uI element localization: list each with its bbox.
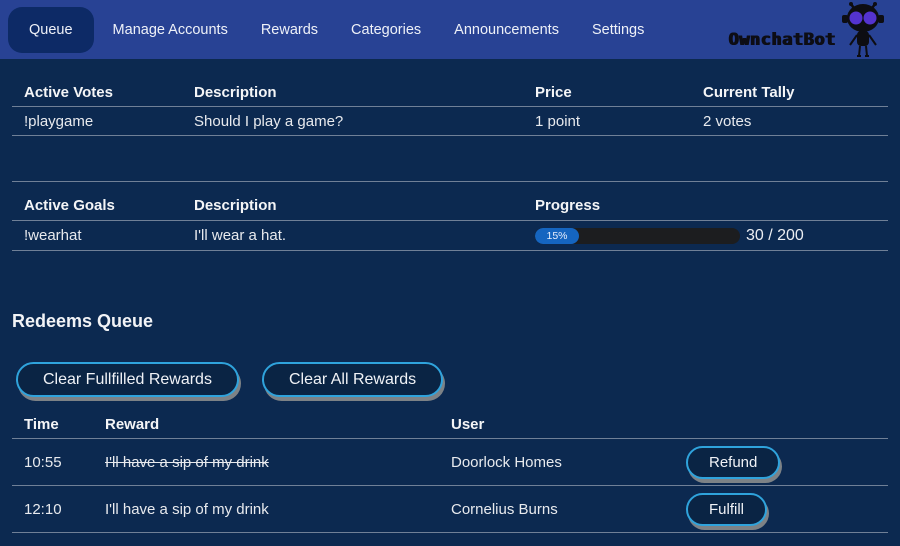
column-header-user: User	[439, 410, 674, 439]
column-header-progress: Progress	[523, 191, 888, 220]
active-votes-table: Active Votes Description Price Current T…	[12, 79, 888, 136]
tab-settings[interactable]: Settings	[592, 22, 644, 38]
redeem-user: Doorlock Homes	[439, 448, 674, 477]
redeem-action-cell: Refund	[674, 440, 888, 485]
progress-bar-fill: 15%	[535, 228, 579, 244]
goal-command: !wearhat	[12, 221, 182, 250]
table-row: 10:55 I'll have a sip of my drink Doorlo…	[12, 439, 888, 486]
column-header-current-tally: Current Tally	[691, 78, 888, 107]
column-header-active-goals: Active Goals	[12, 191, 182, 220]
column-header-active-votes: Active Votes	[12, 78, 182, 107]
clear-all-rewards-button[interactable]: Clear All Rewards	[262, 362, 443, 397]
redeem-action-cell: Fulfill	[674, 487, 888, 532]
active-goals-table: Active Goals Description Progress !wearh…	[12, 181, 888, 251]
progress-bar: 15%	[535, 228, 740, 244]
refund-button[interactable]: Refund	[686, 446, 780, 479]
tab-rewards[interactable]: Rewards	[261, 22, 318, 38]
goal-description: I'll wear a hat.	[182, 221, 523, 250]
redeems-queue-title: Redeems Queue	[12, 311, 888, 332]
clear-fulfilled-rewards-button[interactable]: Clear Fullfilled Rewards	[16, 362, 239, 397]
redeem-time: 12:10	[12, 495, 93, 524]
tab-queue[interactable]: Queue	[8, 7, 94, 53]
main-content: Active Votes Description Price Current T…	[0, 79, 900, 533]
table-row: 12:10 I'll have a sip of my drink Cornel…	[12, 486, 888, 533]
top-nav: Queue Manage Accounts Rewards Categories…	[0, 0, 900, 59]
nav-items: Queue Manage Accounts Rewards Categories…	[8, 7, 644, 53]
redeem-user: Cornelius Burns	[439, 495, 674, 524]
table-row: !playgame Should I play a game? 1 point …	[12, 107, 888, 136]
vote-price: 1 point	[523, 107, 691, 136]
column-header-time: Time	[12, 410, 93, 439]
active-votes-header-row: Active Votes Description Price Current T…	[12, 79, 888, 107]
vote-tally: 2 votes	[691, 107, 888, 136]
column-header-description: Description	[182, 78, 523, 107]
vote-command: !playgame	[12, 107, 182, 136]
active-goals-header-row: Active Goals Description Progress	[12, 182, 888, 221]
progress-value: 30 / 200	[746, 227, 804, 245]
redeem-reward: I'll have a sip of my drink	[93, 495, 439, 524]
brand: OwnchatBot	[729, 0, 900, 59]
column-header-price: Price	[523, 78, 691, 107]
goal-progress-cell: 15% 30 / 200	[523, 221, 888, 251]
redeems-actions: Clear Fullfilled Rewards Clear All Rewar…	[16, 362, 888, 397]
brand-logo-text: OwnchatBot	[729, 30, 836, 50]
tab-manage-accounts[interactable]: Manage Accounts	[113, 22, 228, 38]
fulfill-button[interactable]: Fulfill	[686, 493, 767, 526]
robot-mascot-icon	[832, 1, 894, 59]
column-header-reward: Reward	[93, 410, 439, 439]
redeems-header-row: Time Reward User	[12, 411, 888, 439]
redeem-time: 10:55	[12, 448, 93, 477]
redeem-reward: I'll have a sip of my drink	[93, 448, 439, 477]
column-header-description: Description	[182, 191, 523, 220]
tab-categories[interactable]: Categories	[351, 22, 421, 38]
tab-announcements[interactable]: Announcements	[454, 22, 559, 38]
column-header-action	[674, 419, 888, 431]
vote-description: Should I play a game?	[182, 107, 523, 136]
redeems-table: Time Reward User 10:55 I'll have a sip o…	[12, 411, 888, 533]
table-row: !wearhat I'll wear a hat. 15% 30 / 200	[12, 221, 888, 251]
